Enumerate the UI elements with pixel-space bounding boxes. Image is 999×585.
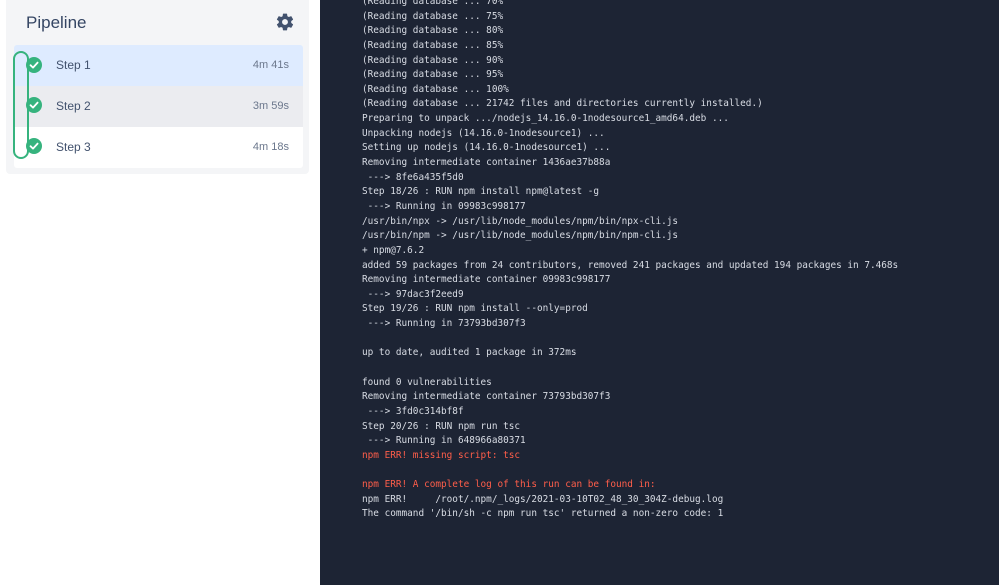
step-item-1[interactable]: Step 1 4m 41s [14, 45, 303, 86]
log-line: ---> Running in 09983c998177 [362, 200, 526, 212]
log-line: Step 20/26 : RUN npm run tsc [362, 420, 521, 432]
log-line: npm ERR! /root/.npm/_logs/2021-03-10T02_… [362, 493, 724, 505]
step-duration: 4m 41s [252, 59, 289, 71]
log-line: The command '/bin/sh -c npm run tsc' ret… [362, 508, 724, 520]
log-line: ---> 3fd0c314bf8f [362, 405, 464, 417]
step-item-2[interactable]: Step 2 3m 59s [14, 86, 303, 127]
log-error-line: npm ERR! A complete log of this run can … [362, 479, 656, 491]
log-line: ---> Running in 648966a80371 [362, 435, 526, 447]
log-line: (Reading database ... 95% [362, 69, 504, 81]
gear-icon[interactable] [275, 12, 295, 32]
log-line: Step 18/26 : RUN npm install npm@latest … [362, 186, 600, 198]
build-log-output: (Reading database ... 70% (Reading databa… [362, 0, 898, 522]
pipeline-panel: Pipeline Step 1 4m 41s Step 2 3m 59s Ste… [6, 0, 309, 174]
step-duration: 3m 59s [252, 100, 289, 112]
log-error-line: npm ERR! missing script: tsc [362, 449, 521, 461]
log-line: Removing intermediate container 73793bd3… [362, 391, 611, 403]
log-line: ---> Running in 73793bd307f3 [362, 318, 526, 330]
step-label: Step 2 [56, 99, 91, 113]
log-line: Removing intermediate container 09983c99… [362, 274, 611, 286]
step-item-3[interactable]: Step 3 4m 18s [14, 127, 303, 168]
steps-list: Step 1 4m 41s Step 2 3m 59s Step 3 4m 18… [14, 45, 303, 168]
log-line: (Reading database ... 90% [362, 54, 504, 66]
log-line: /usr/bin/npx -> /usr/lib/node_modules/np… [362, 215, 679, 227]
check-circle-icon [26, 138, 42, 154]
log-line: Removing intermediate container 1436ae37… [362, 157, 611, 169]
log-line: added 59 packages from 24 contributors, … [362, 259, 899, 271]
log-line: ---> 97dac3f2eed9 [362, 288, 464, 300]
log-line: (Reading database ... 70% [362, 0, 504, 7]
log-line: /usr/bin/npm -> /usr/lib/node_modules/np… [362, 230, 679, 242]
log-line: Setting up nodejs (14.16.0-1nodesource1)… [362, 142, 611, 154]
log-line: (Reading database ... 85% [362, 39, 504, 51]
step-label: Step 3 [56, 140, 91, 154]
log-line: ---> 8fe6a435f5d0 [362, 171, 464, 183]
step-label: Step 1 [56, 58, 91, 72]
log-line: (Reading database ... 75% [362, 10, 504, 22]
log-line: Unpacking nodejs (14.16.0-1nodesource1) … [362, 127, 605, 139]
build-log-panel[interactable]: (Reading database ... 70% (Reading databa… [320, 0, 999, 585]
log-line: Preparing to unpack .../nodejs_14.16.0-1… [362, 113, 729, 125]
step-duration: 4m 18s [252, 141, 289, 153]
check-circle-icon [26, 97, 42, 113]
check-circle-icon [26, 57, 42, 73]
log-line: found 0 vulnerabilities [362, 376, 492, 388]
log-line: Step 19/26 : RUN npm install --only=prod [362, 303, 588, 315]
log-line: + npm@7.6.2 [362, 244, 425, 256]
pipeline-sidebar: Pipeline Step 1 4m 41s Step 2 3m 59s Ste… [0, 0, 320, 585]
log-line: (Reading database ... 21742 files and di… [362, 98, 763, 110]
log-line: (Reading database ... 80% [362, 25, 504, 37]
panel-title: Pipeline [26, 13, 87, 32]
log-line: (Reading database ... 100% [362, 83, 509, 95]
log-line: up to date, audited 1 package in 372ms [362, 347, 577, 359]
